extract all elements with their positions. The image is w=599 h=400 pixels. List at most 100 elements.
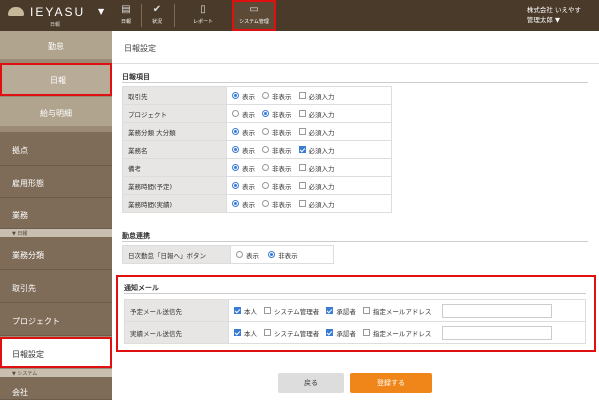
self-checkbox[interactable] <box>234 307 241 314</box>
divider <box>174 4 175 27</box>
required-checkbox[interactable] <box>298 182 306 189</box>
option-label: 表示 <box>242 164 255 173</box>
show-radio[interactable] <box>232 200 239 207</box>
required-checkbox[interactable] <box>298 200 306 207</box>
table-row: 日次勤怠「日報へ」ボタン 表示 非表示 <box>122 245 334 264</box>
sidebar-item-label: 日報設定 <box>12 350 44 359</box>
required-checkbox[interactable] <box>298 110 306 117</box>
option-label: 表示 <box>242 110 255 119</box>
option-label: 非表示 <box>272 182 292 191</box>
row-options: 表示 非表示 必須入力 <box>226 140 392 159</box>
row-options: 表示 非表示 必須入力 <box>226 104 392 123</box>
topnav-report[interactable]: ▯ レポート <box>177 0 229 31</box>
logo-caret-icon: ▼ <box>98 7 105 16</box>
table-row: 備考 表示 非表示 必須入力 <box>122 158 392 177</box>
hide-radio[interactable] <box>262 128 269 135</box>
sidebar-item-work-category[interactable]: 業務分類 <box>0 237 112 270</box>
option-label: 必須入力 <box>308 110 335 119</box>
hide-radio[interactable] <box>262 146 269 153</box>
sidebar-item-label: 取引先 <box>12 284 36 293</box>
show-radio[interactable] <box>232 92 239 99</box>
sidebar-item-employment-type[interactable]: 雇用形態 <box>0 166 112 198</box>
monitor-icon: ▭ <box>249 4 259 15</box>
sidebar-section-nippo: ▼ 日報 <box>0 229 112 237</box>
main-content: 日報設定 日報項目 取引先 表示 非表示 必須入力 プロジェクト 表示 非表示 必須入力 業務分… <box>112 31 599 400</box>
link-table: 日次勤怠「日報へ」ボタン 表示 非表示 <box>122 245 334 264</box>
show-radio[interactable] <box>232 182 239 189</box>
option-label: 必須入力 <box>308 92 335 101</box>
topnav-label: 状況 <box>151 19 162 25</box>
hide-radio[interactable] <box>262 92 269 99</box>
sidebar-item-nippo-settings[interactable]: 日報設定 <box>0 337 112 368</box>
row-label: 取引先 <box>122 86 227 105</box>
user-menu[interactable]: 株式会社 いえやす 管理太郎 ▼ <box>527 5 581 25</box>
topnav-system-admin[interactable]: ▭ システム管理 <box>232 0 276 31</box>
show-radio[interactable] <box>236 251 243 258</box>
logo-text: IEYASU <box>30 5 86 19</box>
required-checkbox[interactable] <box>298 146 306 153</box>
approver-checkbox[interactable] <box>326 329 334 336</box>
sidebar-item-label: 日報 <box>50 76 66 85</box>
specified-email-checkbox[interactable] <box>362 307 370 314</box>
table-row: 業務名 表示 非表示 必須入力 <box>122 140 392 159</box>
sidebar-item-client[interactable]: 取引先 <box>0 270 112 303</box>
show-radio[interactable] <box>232 110 239 117</box>
divider <box>122 82 588 83</box>
email-field[interactable] <box>442 325 553 340</box>
sidebar-item-label: 勤怠 <box>48 42 64 51</box>
sidebar-item-work[interactable]: 業務 <box>0 198 112 229</box>
submit-button[interactable]: 登録する <box>350 373 432 393</box>
hide-radio[interactable] <box>262 110 269 117</box>
hide-radio[interactable] <box>268 251 276 258</box>
option-label: 必須入力 <box>308 146 335 155</box>
option-label: 必須入力 <box>308 164 335 173</box>
sidebar-item-company[interactable]: 会社 <box>0 377 112 400</box>
table-row: 業務時間(実績) 表示 非表示 必須入力 <box>122 194 392 213</box>
required-checkbox[interactable] <box>298 92 306 99</box>
specified-email-checkbox[interactable] <box>362 329 370 336</box>
show-radio[interactable] <box>232 164 239 171</box>
app-logo[interactable]: IEYASU ▼ 日報 <box>6 3 110 28</box>
sysadmin-checkbox[interactable] <box>264 307 271 314</box>
option-label: 表示 <box>242 182 255 191</box>
row-options: 表示 非表示 必須入力 <box>226 194 392 213</box>
required-checkbox[interactable] <box>298 164 306 171</box>
show-radio[interactable] <box>232 146 239 153</box>
hide-radio[interactable] <box>262 200 269 207</box>
approver-checkbox[interactable] <box>326 307 334 314</box>
sidebar-item-project[interactable]: プロジェクト <box>0 303 112 336</box>
option-label: 表示 <box>242 128 255 137</box>
self-checkbox[interactable] <box>234 329 241 336</box>
user-name: 管理太郎 <box>526 16 553 24</box>
sysadmin-checkbox[interactable] <box>264 329 271 336</box>
option-label: 非表示 <box>272 128 292 137</box>
notify-section: 通知メール 予定メール送信先 本人 システム管理者 承認者 指定メールアドレス 実績メール… <box>116 275 596 352</box>
show-radio[interactable] <box>232 128 239 135</box>
sidebar-item-label: プロジェクト <box>12 317 60 326</box>
sidebar-item-label: 業務 <box>12 211 28 220</box>
option-label: 非表示 <box>272 164 292 173</box>
company-name: 株式会社 いえやす <box>526 6 581 14</box>
option-label: 表示 <box>242 146 255 155</box>
row-label: 予定メール送信先 <box>124 299 229 322</box>
topnav-nippo[interactable]: ▤ 日報 <box>114 0 138 31</box>
option-label: 承認者 <box>336 307 356 316</box>
logo-mark-icon <box>8 7 24 16</box>
option-label: 表示 <box>246 251 259 260</box>
table-row: 業務時間(予定) 表示 非表示 必須入力 <box>122 176 392 195</box>
hide-radio[interactable] <box>262 182 269 189</box>
sidebar-item-payslip[interactable]: 給与明細 <box>0 97 112 127</box>
section-title-link: 勤怠連携 <box>122 232 150 240</box>
option-label: 承認者 <box>336 329 356 338</box>
sidebar-item-label: 会社 <box>12 388 28 397</box>
topnav-status[interactable]: ✔ 状況 <box>144 0 170 31</box>
required-checkbox[interactable] <box>298 128 306 135</box>
row-label: 実績メール送信先 <box>124 321 229 344</box>
sidebar-item-nippo[interactable]: 日報 <box>0 63 112 96</box>
hide-radio[interactable] <box>262 164 269 171</box>
back-button[interactable]: 戻る <box>278 373 344 393</box>
sidebar-item-kintai[interactable]: 勤怠 <box>0 31 112 60</box>
option-label: 必須入力 <box>308 128 335 137</box>
sidebar-item-location[interactable]: 拠点 <box>0 132 112 166</box>
email-field[interactable] <box>442 303 553 318</box>
